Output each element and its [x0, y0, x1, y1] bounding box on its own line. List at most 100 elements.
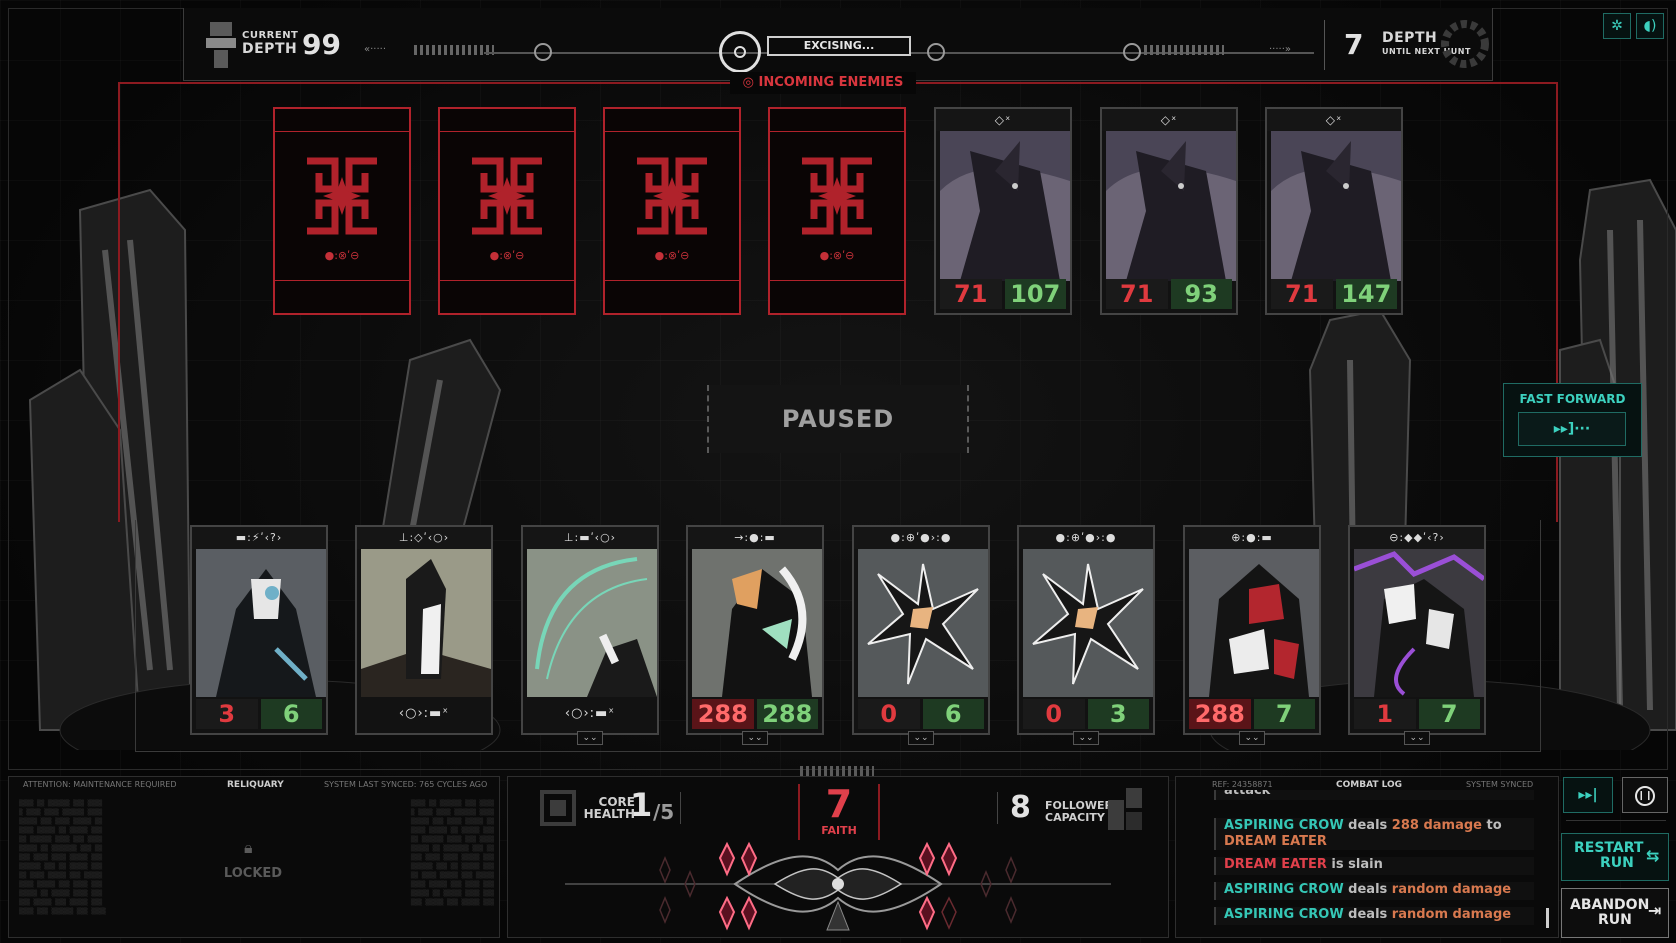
follower-card[interactable]: ⊕:●:▬ 288 7 ⌄⌄: [1183, 525, 1321, 745]
background-noise: ▒▒▒▒ ▒▒ ▒▒▒▒▒▒ ▒▒▒ ▒▒▒▒ ▒ ▒▒▒▒ ▒▒▒▒ ▒▒▒▒…: [19, 800, 106, 915]
core-health-max: /5: [653, 800, 675, 824]
enemy-health: 93: [1170, 279, 1232, 309]
restart-run-button[interactable]: RESTART RUN ⇆: [1561, 833, 1669, 881]
log-actor: DREAM EATER: [1224, 857, 1327, 872]
enemy-card-dream-eater[interactable]: ◇ˣ 71 147: [1265, 107, 1403, 315]
sync-status: SYSTEM LAST SYNCED: 765 CYCLES AGO: [324, 780, 488, 789]
enemy-ability-icons: ●:⊗ʹ⊖: [324, 249, 360, 262]
log-detail: random damage: [1391, 907, 1512, 922]
follower-ability-text: ‹○›:▬ˣ: [398, 706, 450, 721]
sound-icon[interactable]: ◖): [1636, 13, 1664, 39]
core-health-label-line2: HEALTH: [583, 807, 635, 821]
incoming-enemies-header: ◎ INCOMING ENEMIES: [730, 72, 916, 94]
chevron-down-icon[interactable]: ⌄⌄: [742, 731, 768, 745]
reliquary-locked-label: LOCKED: [223, 866, 283, 881]
follower-card[interactable]: ⊥:▬ʹ‹○› ‹○›:▬ˣ ⌄⌄: [521, 525, 659, 745]
enemy-card-dream-eater[interactable]: ◇ˣ 71 107: [934, 107, 1072, 315]
next-hunt-label: DEPTH: [1382, 30, 1438, 46]
hooded-enemy-portrait: [1271, 131, 1401, 281]
reliquary-title: RELIQUARY: [227, 780, 284, 790]
follower-row-frame: [135, 520, 1541, 752]
pause-button[interactable]: ❙❙: [1622, 777, 1668, 813]
lock-icon: 🔒︎: [244, 838, 253, 857]
hunt-gear-icon: [1441, 20, 1489, 68]
hidden-enemy-card[interactable]: ●:⊗ʹ⊖: [768, 107, 906, 315]
follower-ability-icons: ⊕:●:▬: [1185, 527, 1319, 549]
divider: [1566, 820, 1666, 821]
follower-health: 7: [1253, 699, 1315, 729]
follower-capacity-label: FOLLOWER CAPACITY: [1045, 800, 1113, 824]
hidden-enemy-card[interactable]: ●:⊗ʹ⊖: [603, 107, 741, 315]
follower-health: 6: [922, 699, 984, 729]
follower-ability-text: ‹○›:▬ˣ: [564, 706, 616, 721]
follower-ability-icons: ▬:⚡ʹ‹?›: [192, 527, 326, 549]
hidden-enemy-card[interactable]: ●:⊗ʹ⊖: [273, 107, 411, 315]
star-follower-portrait: [1023, 549, 1153, 697]
faith-crystal-ornament: [565, 841, 1111, 931]
enemy-health: 147: [1335, 279, 1397, 309]
enemy-card-dream-eater[interactable]: ◇ˣ 71 93: [1100, 107, 1238, 315]
reliquary-panel: ATTENTION: MAINTENANCE REQUIRED RELIQUAR…: [8, 776, 500, 938]
follower-capacity-label-line2: CAPACITY: [1045, 811, 1105, 824]
follower-card[interactable]: ⊖:◆◆ʹ‹?› 1 7 ⌄⌄: [1348, 525, 1486, 745]
abandon-run-button[interactable]: ABANDON RUN ⇥: [1561, 888, 1669, 938]
log-verb: is slain: [1326, 857, 1383, 872]
follower-ability-icons: ⊖:◆◆ʹ‹?›: [1350, 527, 1484, 549]
log-detail: random damage: [1391, 882, 1512, 897]
follower-health: 6: [260, 699, 322, 729]
next-hunt-value: 7: [1344, 28, 1364, 61]
log-scrollbar[interactable]: [1546, 908, 1549, 928]
pause-icon: ❙❙: [1635, 785, 1655, 806]
purple-lightning-follower-portrait: [1354, 549, 1484, 697]
follower-card-aspiring-crow[interactable]: →:●:▬ 288 288 ⌄⌄: [686, 525, 824, 745]
chevron-down-icon[interactable]: ⌄⌄: [577, 731, 603, 745]
follower-health: 7: [1418, 699, 1480, 729]
settings-gear-icon[interactable]: ✲: [1603, 13, 1631, 39]
depth-node-icon: [927, 43, 945, 61]
current-depth-label: DEPTH: [242, 41, 298, 57]
follower-ability-icons: ⊥:▬ʹ‹○›: [523, 527, 657, 549]
progress-track-right: [904, 52, 1314, 54]
core-health-icon: [540, 790, 576, 826]
unknown-enemy-sigil-icon: [637, 157, 707, 235]
enemy-ability-icons: ◇ˣ: [1267, 109, 1401, 131]
log-verb: deals: [1343, 907, 1392, 922]
fast-forward-label: FAST FORWARD: [1519, 392, 1626, 406]
follower-card[interactable]: ●:⊕ʹ●›:● 0 6 ⌄⌄: [852, 525, 990, 745]
follower-capacity-value: 8: [1010, 790, 1031, 825]
fast-forward-button[interactable]: ▸▸]···: [1518, 412, 1626, 446]
masked-warrior-portrait: [196, 549, 326, 697]
target-icon: ◎: [742, 75, 759, 90]
enemy-ability-icons: ◇ˣ: [936, 109, 1070, 131]
enemy-attack: 71: [940, 279, 1002, 309]
follower-attack: 0: [1023, 699, 1085, 729]
exit-icon: ⇥: [1648, 901, 1662, 920]
chevron-down-icon[interactable]: ⌄⌄: [908, 731, 934, 745]
depth-node-icon: [534, 43, 552, 61]
follower-ability-icons: ⊥:◇ʹ‹○›: [357, 527, 491, 549]
combat-log-entry-cut: attack: [1214, 790, 1534, 800]
chevron-down-icon[interactable]: ⌄⌄: [1404, 731, 1430, 745]
divider: [1324, 20, 1325, 70]
combat-log-entry: ASPIRING CROW deals 288 damage to DREAM …: [1214, 818, 1534, 850]
excising-status: EXCISING...: [767, 36, 911, 56]
chevron-down-icon[interactable]: ⌄⌄: [1239, 731, 1265, 745]
track-arrows-right: ·····»: [1269, 44, 1292, 55]
red-armored-follower-portrait: [1189, 549, 1319, 697]
enemy-ability-icons: ●:⊗ʹ⊖: [654, 249, 690, 262]
follower-attack: 288: [692, 699, 754, 729]
follower-ability-icons: ●:⊕ʹ●›:●: [854, 527, 988, 549]
chevron-down-icon[interactable]: ⌄⌄: [1073, 731, 1099, 745]
hooded-enemy-portrait: [1106, 131, 1236, 281]
hidden-enemy-card[interactable]: ●:⊗ʹ⊖: [438, 107, 576, 315]
follower-attack: 288: [1189, 699, 1251, 729]
enemy-ability-icons: ●:⊗ʹ⊖: [489, 249, 525, 262]
log-verb: deals: [1343, 818, 1392, 833]
panel-notch: [800, 766, 874, 776]
speed-button[interactable]: ▸▸|: [1563, 777, 1613, 813]
follower-health: 3: [1087, 699, 1149, 729]
follower-card[interactable]: ⊥:◇ʹ‹○› ‹○›:▬ˣ: [355, 525, 493, 735]
follower-card[interactable]: ●:⊕ʹ●›:● 0 3 ⌄⌄: [1017, 525, 1155, 745]
follower-card[interactable]: ▬:⚡ʹ‹?› 3 6: [190, 525, 328, 735]
enemy-ability-icons: ●:⊗ʹ⊖: [819, 249, 855, 262]
